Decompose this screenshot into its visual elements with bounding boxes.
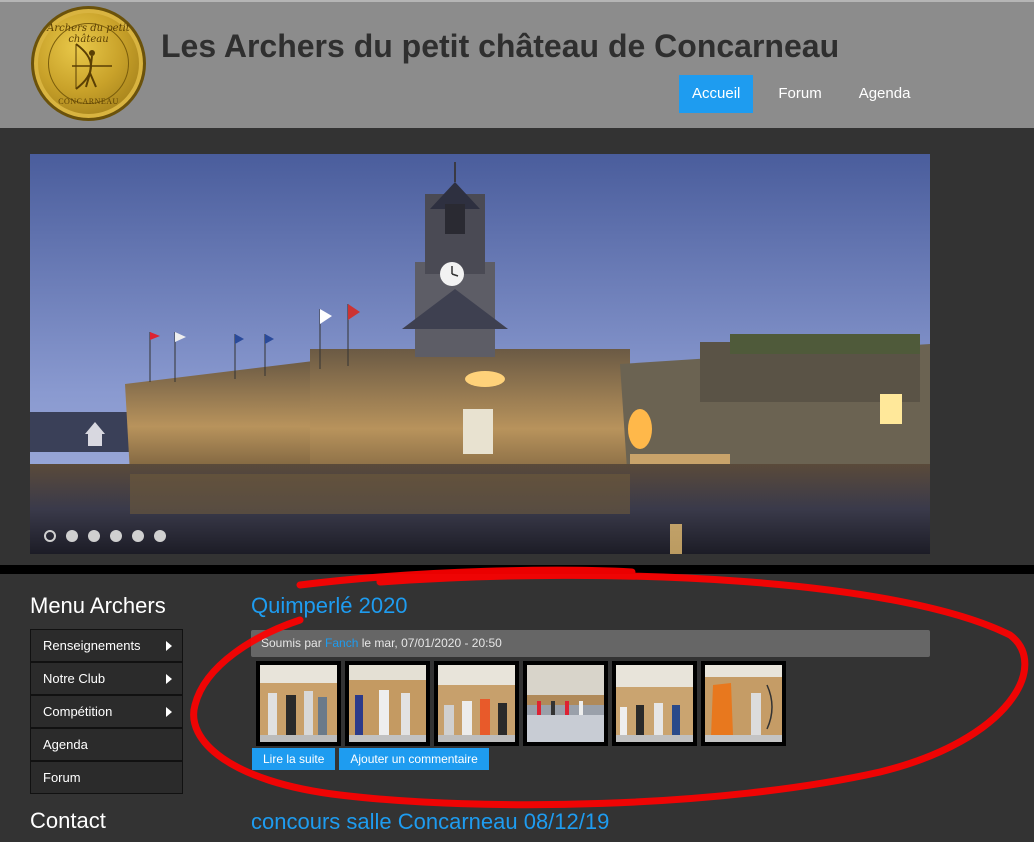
slider-dot-5[interactable] [132,530,144,542]
add-comment-button[interactable]: Ajouter un commentaire [339,748,489,770]
post-author-link[interactable]: Fanch [325,636,358,650]
section-divider [0,565,1034,574]
photo-icon [349,665,426,742]
gallery-thumbnail[interactable] [701,661,786,746]
sidebar-contact-title: Contact [30,808,106,833]
club-logo[interactable]: Archers du petit château CONCARNEAU [31,6,146,121]
read-more-button[interactable]: Lire la suite [252,748,336,770]
chevron-right-icon [166,707,172,717]
gallery-thumbnail[interactable] [523,661,608,746]
post-meta: Soumis par Fanch le mar, 07/01/2020 - 20… [251,630,930,657]
slider-dot-4[interactable] [110,530,122,542]
site-header: Archers du petit château CONCARNEAU Les … [0,0,1034,128]
slider-pagination [44,530,176,542]
sidebar-item-label: Renseignements [43,638,141,653]
nav-item-accueil[interactable]: Accueil [679,75,754,113]
sidebar-item-forum[interactable]: Forum [30,761,183,794]
sidebar-item-notre-club[interactable]: Notre Club [30,662,183,695]
sidebar-item-label: Notre Club [43,671,106,686]
main-nav: Accueil Forum Agenda [679,75,935,113]
slider-dot-1[interactable] [44,530,56,542]
photo-icon [260,665,337,742]
castle-photo [30,154,930,554]
sidebar-item-agenda[interactable]: Agenda [30,728,183,761]
gallery-thumbnail[interactable] [612,661,697,746]
post-actions: Lire la suite Ajouter un commentaire [252,748,493,770]
logo-text-bottom: CONCARNEAU [58,97,119,106]
gallery-thumbnail[interactable] [345,661,430,746]
hero-slider[interactable] [30,154,930,554]
sidebar-menu-title: Menu Archers [30,593,166,618]
sidebar-item-label: Agenda [43,737,88,752]
gallery-thumbnail[interactable] [434,661,519,746]
sidebar-menu: Renseignements Notre Club Compétition Ag… [30,629,183,794]
archer-icon [72,43,112,90]
sidebar-item-renseignements[interactable]: Renseignements [30,629,183,662]
post-title[interactable]: concours salle Concarneau 08/12/19 [251,809,609,835]
post-gallery [256,661,790,746]
post-meta-prefix: Soumis par [261,636,326,650]
gallery-thumbnail[interactable] [256,661,341,746]
chevron-right-icon [166,674,172,684]
slider-dot-2[interactable] [66,530,78,542]
slider-dot-3[interactable] [88,530,100,542]
site-title[interactable]: Les Archers du petit château de Concarne… [161,28,839,65]
sidebar-item-label: Forum [43,770,81,785]
photo-icon [705,665,782,742]
slider-dot-6[interactable] [154,530,166,542]
nav-item-agenda[interactable]: Agenda [847,75,923,113]
photo-icon [438,665,515,742]
post-title[interactable]: Quimperlé 2020 [251,593,408,619]
sidebar-item-competition[interactable]: Compétition [30,695,183,728]
photo-icon [616,665,693,742]
nav-item-forum[interactable]: Forum [766,75,833,113]
post-meta-date: le mar, 07/01/2020 - 20:50 [358,636,502,650]
sidebar-item-label: Compétition [43,704,113,719]
chevron-right-icon [166,641,172,651]
photo-icon [527,665,604,742]
